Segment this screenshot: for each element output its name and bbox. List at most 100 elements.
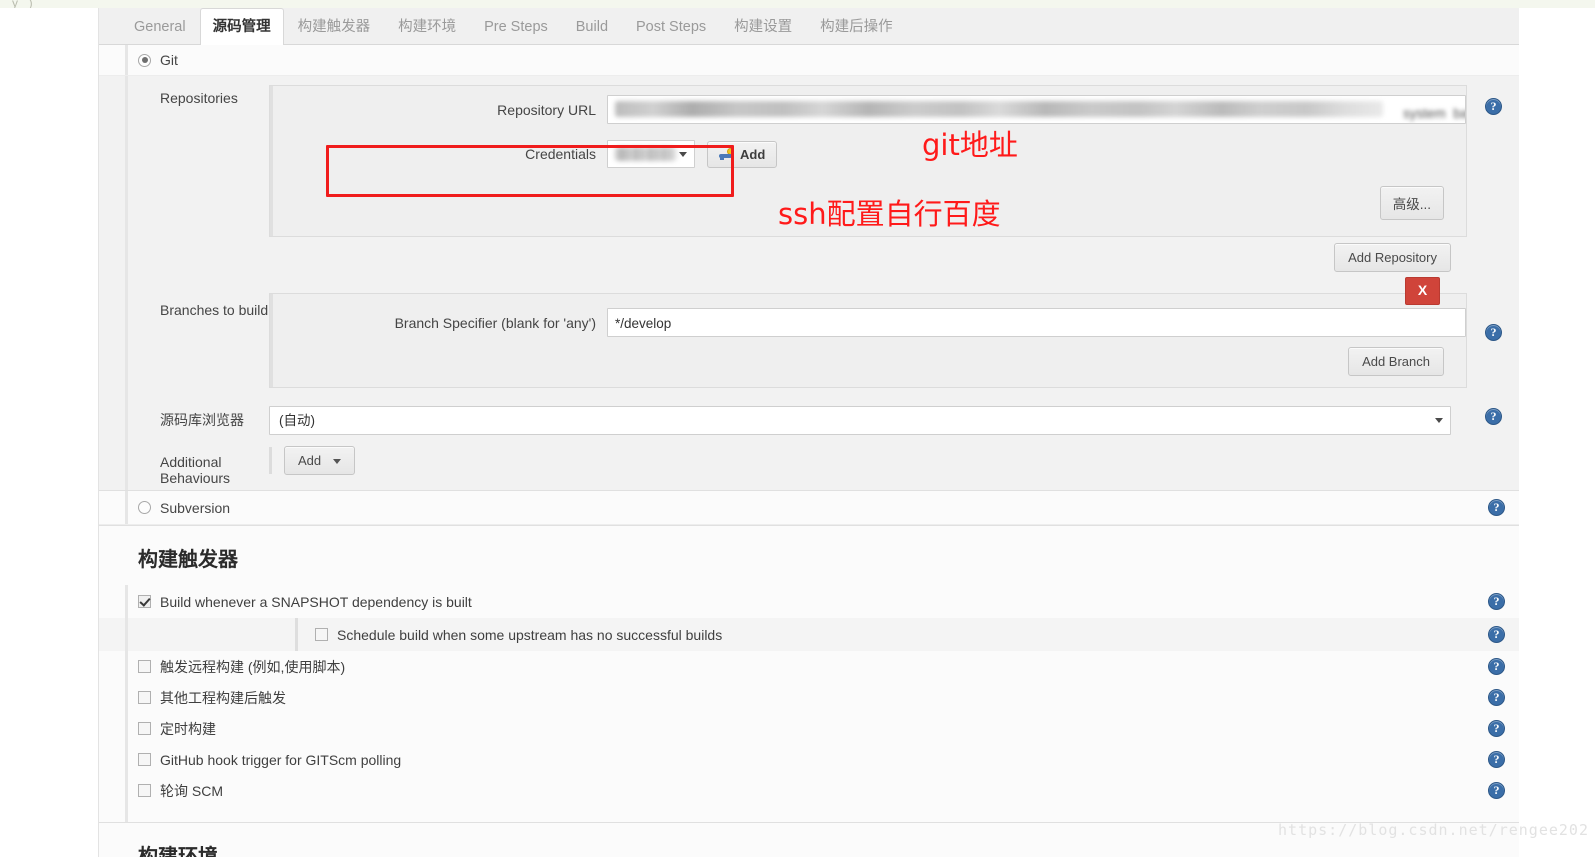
repository-url-label: Repository URL	[497, 101, 596, 118]
add-branch-row: Add Branch	[270, 341, 1466, 387]
trigger-poll-scm-help-icon[interactable]: ?	[1488, 781, 1505, 799]
repository-browser-row: 源码库浏览器 (自动) ?	[99, 394, 1519, 435]
branches-to-build-label: Branches to build	[160, 302, 269, 318]
credentials-row: Credentials Add	[270, 128, 1466, 172]
git-row-accent-bar	[125, 45, 128, 75]
trigger-github-hook-label: GitHub hook trigger for GITScm polling	[160, 751, 402, 768]
tab-build-settings[interactable]: 构建设置	[720, 8, 806, 45]
trigger-scheduled-build-help-icon[interactable]: ?	[1488, 719, 1505, 737]
add-repository-button[interactable]: Add Repository	[1334, 243, 1451, 272]
radio-subversion-label: Subversion	[160, 499, 231, 516]
additional-behaviours-panel: Add	[269, 435, 1473, 488]
add-credentials-button[interactable]: Add	[707, 140, 778, 168]
subversion-row-accent-bar	[125, 491, 128, 524]
trigger-after-other-help-wrap: ?	[1488, 688, 1505, 706]
tab-source-management[interactable]: 源码管理	[199, 8, 284, 46]
right-gutter	[1519, 8, 1595, 857]
add-branch-button[interactable]: Add Branch	[1348, 347, 1444, 376]
trigger-after-other-projects-row[interactable]: 其他工程构建后触发 ?	[99, 682, 1519, 713]
credentials-value-redaction	[615, 147, 677, 161]
trigger-poll-scm-row[interactable]: 轮询 SCM ?	[99, 775, 1519, 806]
repository-browser-value: (自动)	[279, 413, 315, 428]
radio-git[interactable]	[138, 53, 151, 67]
branch-specifier-help-icon[interactable]: ?	[1485, 324, 1502, 341]
checkbox-snapshot-dependency[interactable]	[138, 595, 151, 608]
repositories-row: Repositories Repository URL system backe…	[99, 76, 1519, 284]
browser-chrome-sliver: y_) _	[0, 0, 1595, 10]
checkbox-remote-build[interactable]	[138, 660, 151, 673]
tab-post-build-actions[interactable]: 构建后操作	[806, 8, 907, 45]
tab-post-steps[interactable]: Post Steps	[622, 8, 720, 45]
jenkins-job-config-page: y_) _ General 源码管理 构建触发器 构建环境 Pre Steps …	[0, 0, 1595, 857]
trigger-snapshot-dependency-label: Build whenever a SNAPSHOT dependency is …	[160, 593, 472, 610]
repositories-panel: Repository URL system backend .git Crede…	[269, 76, 1473, 284]
credentials-select[interactable]	[607, 140, 695, 168]
tab-pre-steps[interactable]: Pre Steps	[470, 8, 562, 45]
trigger-poll-scm-label: 轮询 SCM	[160, 782, 223, 799]
trigger-scheduled-build-row[interactable]: 定时构建 ?	[99, 713, 1519, 744]
subversion-help-wrap: ?	[1488, 498, 1505, 516]
trigger-row-accent-bar	[125, 651, 128, 682]
chevron-down-icon	[1435, 418, 1443, 423]
repository-browser-help-column: ?	[1473, 394, 1519, 435]
trigger-schedule-upstream-label: Schedule build when some upstream has no…	[337, 626, 723, 643]
trigger-github-help-wrap: ?	[1488, 750, 1505, 768]
checkbox-after-other-projects[interactable]	[138, 691, 151, 704]
repository-url-input[interactable]: system backend .git	[607, 95, 1466, 124]
tab-build[interactable]: Build	[562, 8, 622, 45]
scm-option-git-row[interactable]: Git	[99, 45, 1519, 76]
trigger-remote-build-help-icon[interactable]: ?	[1488, 657, 1505, 675]
repository-url-help-icon[interactable]: ?	[1485, 98, 1502, 115]
branch-specifier-input[interactable]: */develop	[607, 308, 1466, 337]
trigger-snapshot-help-wrap: ?	[1488, 592, 1505, 610]
add-behaviour-label: Add	[298, 453, 322, 468]
trigger-github-hook-help-icon[interactable]: ?	[1488, 750, 1505, 768]
checkbox-scheduled-build[interactable]	[138, 722, 151, 735]
additional-behaviours-accent-bar	[269, 447, 272, 474]
tab-general[interactable]: General	[120, 8, 200, 45]
trigger-snapshot-help-icon[interactable]: ?	[1488, 592, 1505, 610]
trigger-schedule-help-wrap: ?	[1488, 625, 1505, 643]
trigger-remote-build-row[interactable]: 触发远程构建 (例如,使用脚本) ?	[99, 651, 1519, 682]
subversion-help-icon[interactable]: ?	[1488, 498, 1505, 516]
repositories-label: Repositories	[160, 90, 238, 106]
annotation-git-address: git地址	[922, 128, 1018, 162]
tab-build-triggers[interactable]: 构建触发器	[284, 8, 385, 45]
checkbox-schedule-upstream[interactable]	[315, 628, 328, 641]
credentials-label: Credentials	[525, 146, 596, 162]
repository-browser-panel: (自动)	[269, 394, 1473, 435]
add-credentials-label: Add	[740, 146, 766, 162]
trigger-row-accent-bar	[125, 775, 128, 806]
chevron-down-icon	[332, 459, 341, 465]
repositories-help-column: ?	[1473, 76, 1519, 284]
checkbox-poll-scm[interactable]	[138, 784, 151, 797]
delete-branch-button[interactable]: X	[1405, 277, 1440, 305]
left-gutter	[0, 8, 98, 857]
add-repository-row: Add Repository	[269, 243, 1473, 284]
repository-browser-help-icon[interactable]: ?	[1485, 408, 1502, 425]
trigger-row-accent-bar	[125, 744, 128, 775]
trigger-schedule-help-icon[interactable]: ?	[1488, 625, 1505, 643]
branch-panel-accent-bar	[270, 294, 273, 387]
scm-option-subversion-row[interactable]: Subversion ?	[99, 491, 1519, 525]
tab-build-environment[interactable]: 构建环境	[384, 8, 470, 45]
additional-behaviours-control-row: Add	[269, 435, 1473, 488]
build-triggers-heading: 构建触发器	[138, 547, 238, 571]
radio-git-label: Git	[160, 52, 178, 68]
trigger-github-hook-row[interactable]: GitHub hook trigger for GITScm polling ?	[99, 744, 1519, 775]
trigger-schedule-upstream-row[interactable]: Schedule build when some upstream has no…	[99, 618, 1519, 651]
additional-behaviours-help-column	[1473, 435, 1519, 488]
trigger-remote-help-wrap: ?	[1488, 657, 1505, 675]
checkbox-github-hook[interactable]	[138, 753, 151, 766]
trigger-snapshot-dependency-row[interactable]: Build whenever a SNAPSHOT dependency is …	[99, 585, 1519, 618]
trigger-remote-build-label: 触发远程构建 (例如,使用脚本)	[160, 658, 346, 675]
advanced-button[interactable]: 高级...	[1379, 186, 1444, 220]
radio-subversion[interactable]	[138, 501, 151, 514]
git-config-body: Repositories Repository URL system backe…	[99, 76, 1519, 491]
add-behaviour-button[interactable]: Add	[284, 446, 355, 475]
trigger-after-other-projects-help-icon[interactable]: ?	[1488, 688, 1505, 706]
trigger-after-other-projects-label: 其他工程构建后触发	[160, 689, 286, 706]
trigger-row-accent-bar	[125, 585, 128, 618]
blog-watermark: https://blog.csdn.net/rengee202	[1278, 821, 1589, 839]
repository-browser-select[interactable]: (自动)	[269, 406, 1451, 435]
